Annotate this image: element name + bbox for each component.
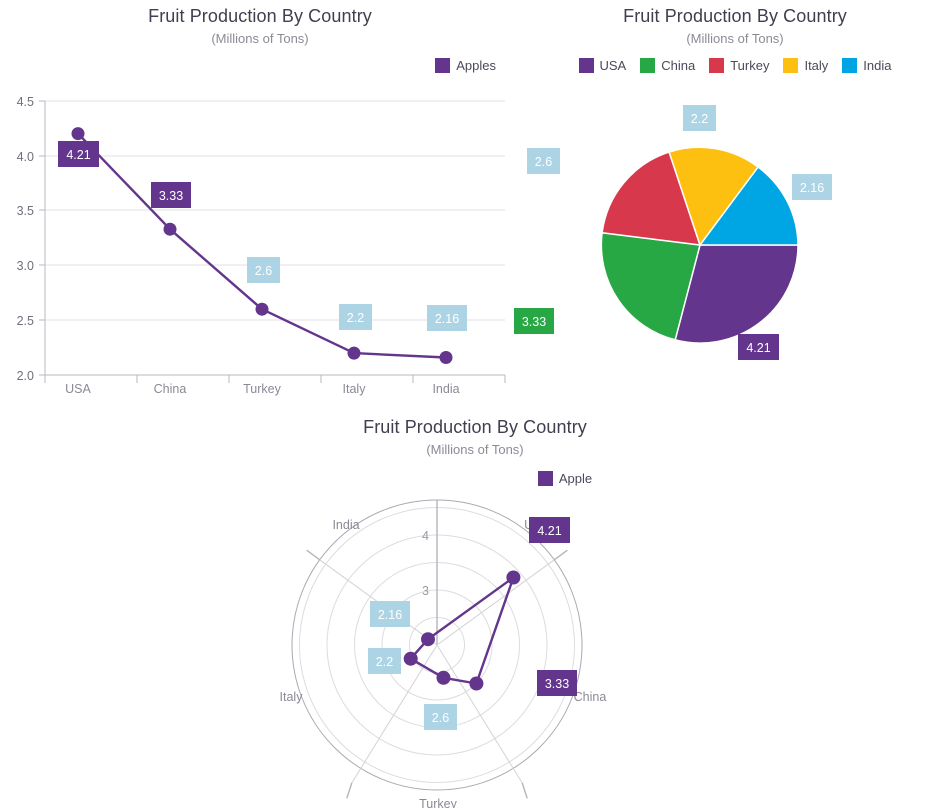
line-chart-x-axis: USA China Turkey Italy India [44, 374, 506, 396]
radar-label-turkey: Turkey [419, 797, 457, 808]
legend-label: Italy [804, 58, 829, 73]
legend-label: Apples [456, 58, 496, 73]
data-label-text: 3.33 [522, 315, 546, 329]
legend-item-usa[interactable]: USA [578, 58, 627, 73]
x-tick-label-india: India [432, 382, 459, 396]
data-label-text: 2.16 [378, 608, 402, 622]
legend-label: USA [599, 58, 627, 73]
data-label-italy: 2.2 [339, 304, 372, 330]
data-label-text: 3.33 [159, 189, 183, 203]
x-tick-label-china: China [154, 382, 187, 396]
pie-chart-panel: Fruit Production By Country (Millions of… [514, 0, 950, 405]
data-point-usa[interactable] [71, 127, 85, 141]
radar-label-india: India [332, 518, 359, 532]
square-swatch-icon [783, 58, 799, 73]
radar-label-china: China [574, 690, 607, 704]
line-chart-plot: 4.5 4.0 3.5 3.0 2.5 2.0 USA China Turkey… [17, 95, 506, 396]
y-tick-label: 2.0 [17, 369, 34, 383]
radar-point-turkey[interactable] [436, 670, 451, 685]
data-label-india: 2.16 [427, 305, 467, 331]
line-series-apples [76, 132, 448, 359]
data-label-text: 4.21 [66, 148, 90, 162]
radar-point-usa[interactable] [506, 570, 521, 585]
legend-item-italy[interactable]: Italy [783, 58, 828, 73]
data-label-text: 2.16 [800, 181, 824, 195]
y-tick-label: 3.0 [17, 259, 34, 273]
pie-label-usa: 4.21 [738, 334, 779, 360]
x-tick-label-usa: USA [65, 382, 91, 396]
data-label-usa: 4.21 [58, 141, 99, 167]
radar-label-value-china: 3.33 [537, 670, 577, 696]
line-series-points [71, 127, 453, 364]
radar-point-india[interactable] [421, 632, 435, 647]
data-label-text: 2.16 [435, 312, 459, 326]
data-point-china[interactable] [163, 222, 177, 236]
legend-label: China [661, 58, 696, 73]
radial-tick-3: 3 [422, 584, 429, 598]
square-swatch-icon [709, 58, 725, 73]
legend-item-turkey[interactable]: Turkey [709, 58, 769, 73]
pie-chart-subtitle: (Millions of Tons) [686, 31, 784, 46]
legend-item-china[interactable]: China [640, 58, 695, 73]
radar-label-value-india: 2.16 [370, 601, 410, 627]
radial-tick-4: 4 [422, 529, 429, 543]
square-swatch-icon [578, 58, 594, 73]
line-data-labels: 4.21 3.33 2.6 2.2 2.16 [58, 141, 467, 331]
data-point-italy[interactable] [347, 346, 361, 360]
x-tick-label-italy: Italy [343, 382, 367, 396]
data-label-text: 4.21 [537, 524, 561, 538]
line-chart-panel: Fruit Production By Country (Millions of… [0, 0, 520, 405]
square-swatch-icon [640, 58, 656, 73]
radar-point-china[interactable] [469, 676, 484, 691]
y-tick-label: 2.5 [17, 314, 34, 328]
data-label-text: 3.33 [545, 677, 569, 691]
square-swatch-icon [435, 58, 451, 73]
data-label-text: 2.2 [347, 311, 364, 325]
data-label-text: 2.6 [535, 155, 552, 169]
pie-label-italy: 2.2 [683, 105, 716, 131]
legend-label: India [863, 58, 892, 73]
pie-chart-legend: USA China Turkey Italy India [520, 58, 950, 73]
legend-label: Turkey [730, 58, 770, 73]
radar-point-italy[interactable] [403, 651, 418, 666]
x-tick-label-turkey: Turkey [243, 382, 281, 396]
pie-label-turkey: 2.6 [527, 148, 560, 174]
line-chart-legend: Apples [0, 58, 520, 73]
pie-chart-plot: 4.21 3.33 2.6 2.2 2.16 [514, 105, 832, 360]
data-point-india[interactable] [439, 351, 453, 364]
radar-chart-plot: 4 3 USA China Turkey Italy India 4.21 [280, 499, 607, 808]
line-chart-gridlines [45, 100, 505, 321]
radar-label-italy: Italy [280, 690, 304, 704]
radar-chart-panel: Fruit Production By Country (Millions of… [0, 405, 950, 808]
pie-chart-title: Fruit Production By Country [623, 6, 847, 26]
radar-label-value-usa: 4.21 [529, 517, 570, 543]
legend-item-india[interactable]: India [842, 58, 892, 73]
legend-item-apples[interactable]: Apples [435, 58, 496, 73]
radar-label-value-turkey: 2.6 [424, 704, 457, 730]
square-swatch-icon [842, 58, 858, 73]
data-label-text: 4.21 [746, 341, 770, 355]
radar-spokes [306, 500, 568, 799]
data-label-text: 2.6 [255, 264, 272, 278]
y-tick-label: 4.5 [17, 95, 34, 109]
data-label-turkey: 2.6 [247, 257, 280, 283]
radar-label-value-italy: 2.2 [368, 648, 401, 674]
line-chart-y-axis: 4.5 4.0 3.5 3.0 2.5 2.0 [17, 95, 46, 383]
pie-label-india: 2.16 [792, 174, 832, 200]
data-label-text: 2.6 [432, 711, 449, 725]
line-chart-subtitle: (Millions of Tons) [211, 31, 309, 46]
data-label-text: 2.2 [691, 112, 708, 126]
data-point-turkey[interactable] [255, 302, 269, 316]
pie-label-china: 3.33 [514, 308, 554, 334]
y-tick-label: 4.0 [17, 150, 34, 164]
line-chart-title: Fruit Production By Country [148, 6, 372, 26]
data-label-text: 2.2 [376, 655, 393, 669]
y-tick-label: 3.5 [17, 204, 34, 218]
data-label-china: 3.33 [151, 182, 191, 208]
